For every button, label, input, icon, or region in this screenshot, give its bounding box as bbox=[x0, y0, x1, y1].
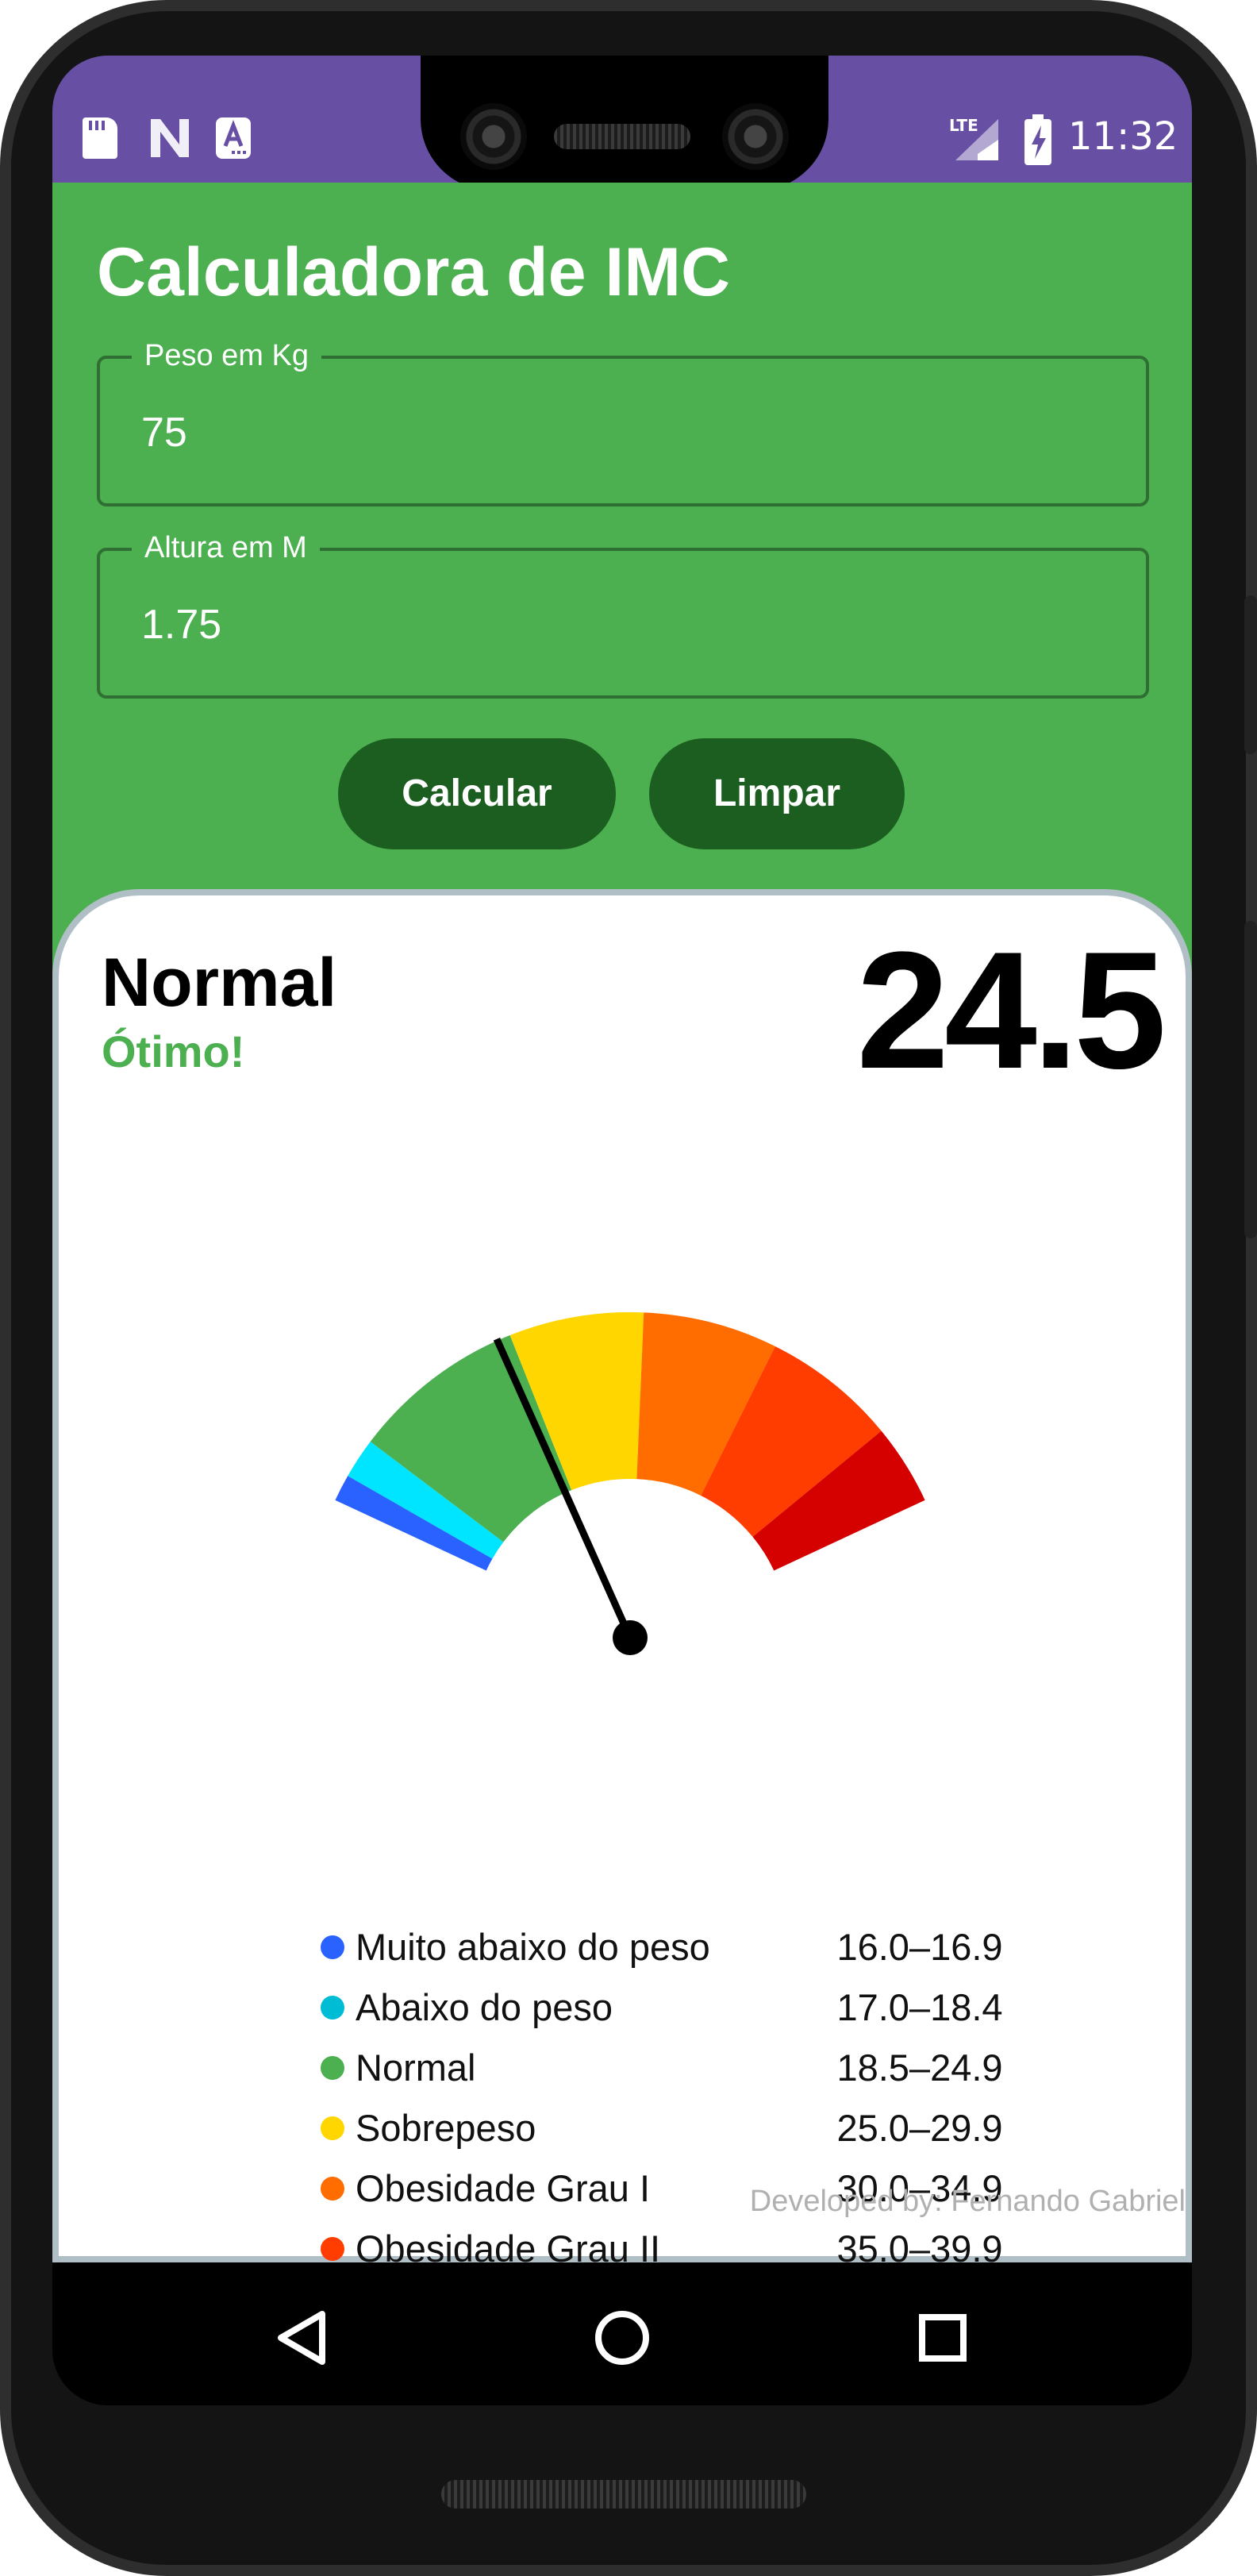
front-camera-left bbox=[460, 103, 527, 170]
legend-dot-icon bbox=[321, 1996, 344, 2020]
calculate-button[interactable]: Calcular bbox=[338, 738, 616, 849]
height-field[interactable]: Altura em M 1.75 bbox=[97, 530, 1149, 699]
legend-category-name: Sobrepeso bbox=[356, 2107, 536, 2149]
legend-row: Abaixo do peso 17.0–18.4 bbox=[321, 1980, 1035, 2035]
legend-row: Muito abaixo do peso 16.0–16.9 bbox=[321, 1919, 1035, 1975]
weight-field[interactable]: Peso em Kg 75 bbox=[97, 338, 1149, 506]
legend-range: 16.0–16.9 bbox=[836, 1926, 1003, 1968]
app-content: Calculadora de IMC Peso em Kg 75 Altura … bbox=[52, 183, 1192, 2330]
result-card: Normal Ótimo! 24.5 Muito abaixo do peso 1… bbox=[52, 889, 1192, 2330]
legend-dot-icon bbox=[321, 2177, 344, 2201]
app-title: Calculadora de IMC bbox=[97, 234, 731, 310]
legend-range: 25.0–29.9 bbox=[836, 2107, 1003, 2149]
power-button bbox=[1244, 595, 1257, 754]
bmi-category: Normal bbox=[102, 945, 337, 1021]
weight-field-label: Peso em Kg bbox=[132, 338, 321, 373]
n-logo-icon bbox=[148, 116, 192, 160]
recents-icon[interactable] bbox=[895, 2290, 990, 2385]
sd-card-icon bbox=[83, 117, 117, 159]
camera-notch bbox=[421, 56, 828, 191]
height-input[interactable]: 1.75 bbox=[141, 597, 1094, 653]
bmi-gauge bbox=[335, 1312, 925, 1655]
back-icon[interactable] bbox=[254, 2290, 349, 2385]
legend-range: 17.0–18.4 bbox=[836, 1986, 1003, 2028]
screen: LTE 11:32 Calculadora de IMC Peso em Kg … bbox=[52, 56, 1192, 2405]
legend-row: Normal 18.5–24.9 bbox=[321, 2040, 1035, 2096]
bmi-value: 24.5 bbox=[856, 917, 1167, 1103]
legend-category-name: Muito abaixo do peso bbox=[356, 1926, 710, 1968]
bottom-speaker bbox=[441, 2480, 806, 2509]
legend-category-name: Abaixo do peso bbox=[356, 1986, 613, 2028]
navigation-bar bbox=[52, 2270, 1192, 2405]
volume-button bbox=[1244, 921, 1257, 1238]
legend-row: Obesidade Grau II 35.0–39.9 bbox=[321, 2221, 1035, 2277]
legend-category-name: Normal bbox=[356, 2047, 476, 2089]
height-field-label: Altura em M bbox=[132, 530, 320, 565]
bmi-message: Ótimo! bbox=[102, 1026, 245, 1076]
legend-category-name: Obesidade Grau II bbox=[356, 2228, 661, 2270]
network-label: LTE bbox=[949, 116, 978, 135]
legend-dot-icon bbox=[321, 2237, 344, 2261]
front-camera-right bbox=[722, 103, 789, 170]
status-time: 11:32 bbox=[1068, 114, 1178, 159]
clear-button[interactable]: Limpar bbox=[649, 738, 905, 849]
legend-range: 18.5–24.9 bbox=[836, 2047, 1003, 2089]
legend-row: Sobrepeso 25.0–29.9 bbox=[321, 2100, 1035, 2156]
weight-input[interactable]: 75 bbox=[141, 405, 1094, 460]
earpiece-speaker bbox=[554, 124, 690, 149]
lte-signal-icon: LTE bbox=[949, 116, 1001, 164]
developer-credit: Developed by: Fernando Gabriel bbox=[749, 2185, 1186, 2218]
home-icon[interactable] bbox=[575, 2290, 670, 2385]
legend-dot-icon bbox=[321, 2056, 344, 2080]
gauge-needle-hub bbox=[613, 1620, 648, 1655]
legend-dot-icon bbox=[321, 2116, 344, 2140]
battery-charging-icon bbox=[1022, 113, 1054, 167]
a-badge-icon bbox=[216, 117, 251, 159]
legend-range: 35.0–39.9 bbox=[836, 2228, 1003, 2270]
legend-dot-icon bbox=[321, 1935, 344, 1959]
